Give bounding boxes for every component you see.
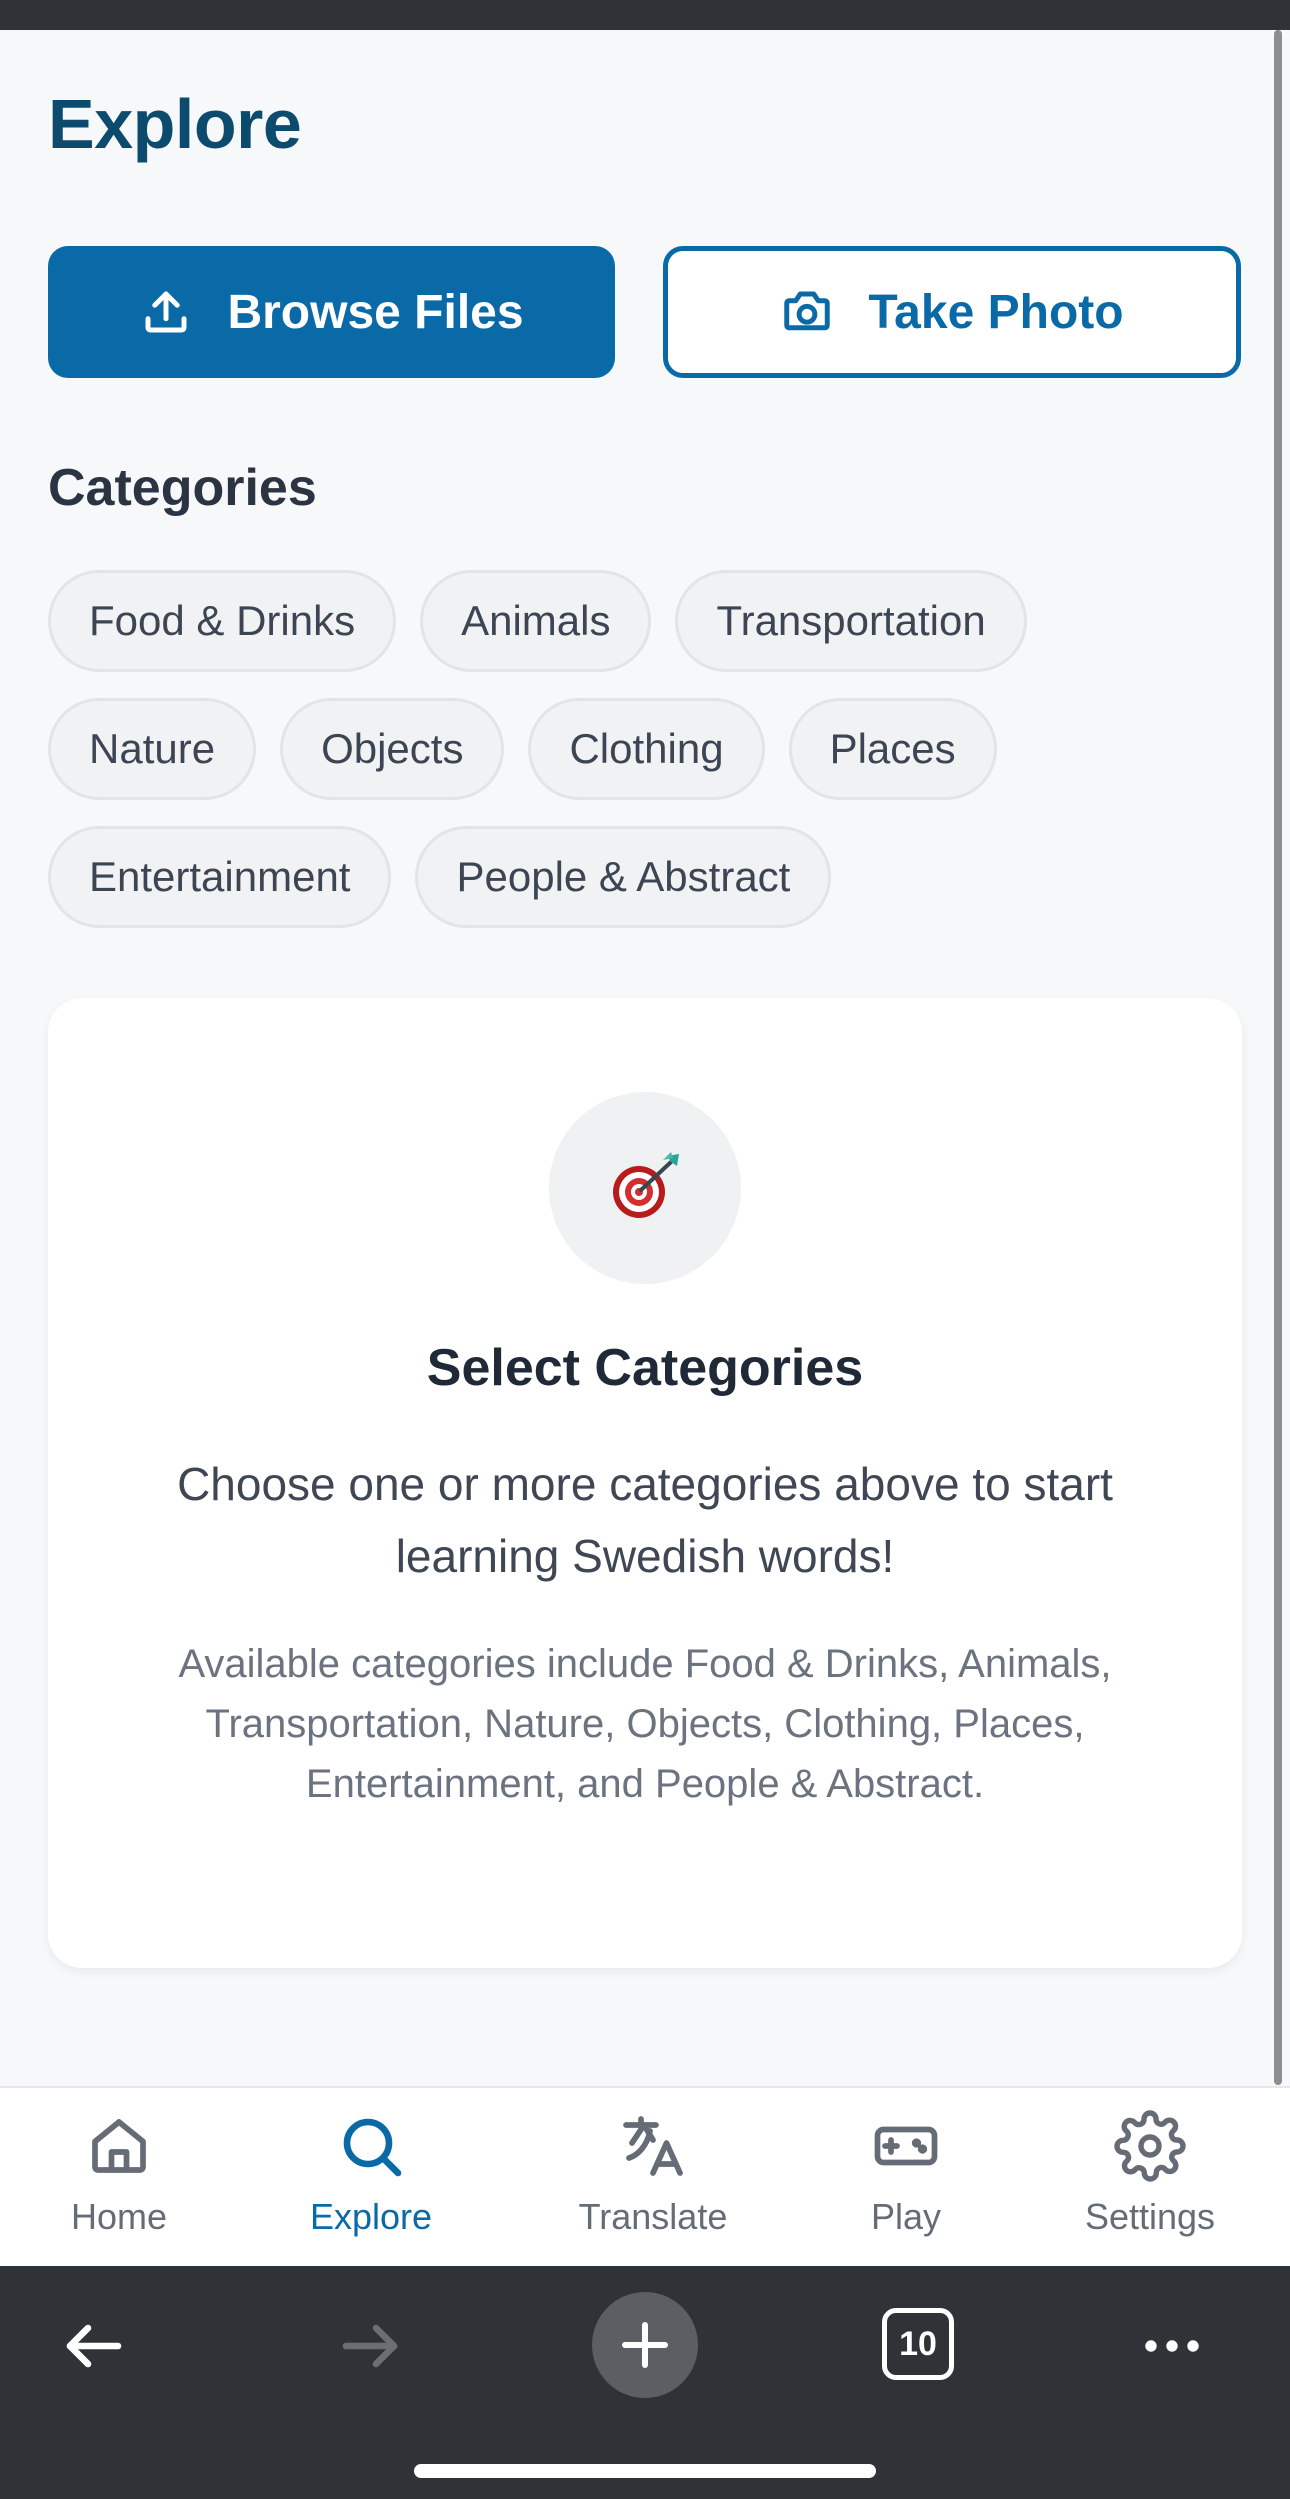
bottom-nav: Home Explore Translate Play Settings <box>0 2086 1290 2266</box>
page-scrollbar[interactable] <box>1274 30 1282 2085</box>
home-indicator <box>414 2464 876 2478</box>
status-bar <box>0 0 1290 30</box>
categories-heading: Categories <box>48 459 317 517</box>
nav-label-explore: Explore <box>309 2196 433 2237</box>
plus-icon <box>622 2322 668 2368</box>
more-menu-button[interactable] <box>1132 2306 1212 2386</box>
nav-label-translate: Translate <box>578 2196 728 2237</box>
nav-label-home: Home <box>70 2196 168 2237</box>
more-dots-icon <box>1145 2340 1199 2352</box>
camera-icon <box>780 285 834 339</box>
gamepad-icon <box>870 2110 942 2182</box>
category-chips: Food & Drinks Animals Transportation Nat… <box>48 570 1248 954</box>
empty-state-title: Select Categories <box>426 1339 864 1397</box>
tab-count: 10 <box>899 2324 937 2363</box>
arrow-right-icon <box>342 2324 398 2368</box>
empty-state-card: Select Categories Choose one or more cat… <box>48 998 1242 1968</box>
category-chip-clothing[interactable]: Clothing <box>528 698 765 800</box>
target-icon-badge <box>549 1092 741 1284</box>
upload-icon <box>139 285 193 339</box>
search-icon <box>335 2110 407 2182</box>
back-button[interactable] <box>54 2306 134 2386</box>
category-chip-animals[interactable]: Animals <box>420 570 652 672</box>
nav-label-play: Play <box>870 2196 942 2237</box>
category-chip-places[interactable]: Places <box>788 698 997 800</box>
category-chip-transportation[interactable]: Transportation <box>675 570 1027 672</box>
nav-item-settings[interactable]: Settings <box>1050 2110 1250 2260</box>
tab-count-button[interactable]: 10 <box>882 2308 954 2380</box>
category-chip-nature[interactable]: Nature <box>48 698 257 800</box>
category-chip-objects[interactable]: Objects <box>280 698 505 800</box>
empty-state-description: Choose one or more categories above to s… <box>177 1458 1113 1582</box>
take-photo-label: Take Photo <box>868 285 1124 339</box>
empty-state-note: Available categories include Food & Drin… <box>178 1642 1112 1806</box>
browse-files-button[interactable]: Browse Files <box>48 246 615 378</box>
nav-item-explore[interactable]: Explore <box>271 2110 471 2260</box>
home-icon <box>83 2110 155 2182</box>
nav-item-play[interactable]: Play <box>806 2110 1006 2260</box>
category-chip-people-abstract[interactable]: People & Abstract <box>415 826 832 928</box>
page-title: Explore <box>48 85 302 163</box>
category-chip-food-drinks[interactable]: Food & Drinks <box>48 570 397 672</box>
nav-item-home[interactable]: Home <box>19 2110 219 2260</box>
take-photo-button[interactable]: Take Photo <box>663 246 1241 378</box>
gear-icon <box>1114 2110 1186 2182</box>
forward-button[interactable] <box>330 2306 410 2386</box>
translate-icon <box>617 2110 689 2182</box>
new-tab-button[interactable] <box>592 2292 698 2398</box>
category-chip-entertainment[interactable]: Entertainment <box>48 826 392 928</box>
browse-files-label: Browse Files <box>227 285 524 339</box>
target-icon <box>605 1146 685 1231</box>
arrow-left-icon <box>66 2324 122 2368</box>
nav-label-settings: Settings <box>1084 2196 1216 2237</box>
nav-item-translate[interactable]: Translate <box>553 2110 753 2260</box>
